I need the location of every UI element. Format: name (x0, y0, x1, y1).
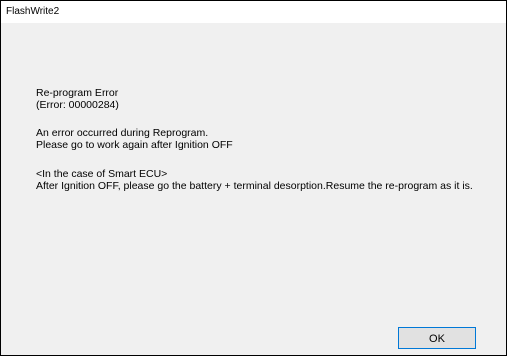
window-title: FlashWrite2 (6, 6, 60, 17)
smart-ecu-heading: <In the case of Smart ECU> (36, 168, 168, 180)
smart-ecu-instructions: After Ignition OFF, please go the batter… (36, 180, 473, 192)
error-description-line2: Please go to work again after Ignition O… (36, 139, 233, 151)
error-description-block: An error occurred during Reprogram. Plea… (36, 127, 233, 151)
error-description-line1: An error occurred during Reprogram. (36, 127, 209, 139)
ok-button[interactable]: OK (398, 327, 476, 349)
error-heading: Re-program Error (36, 87, 119, 99)
error-heading-block: Re-program Error (Error: 00000284) (36, 87, 119, 111)
error-code: (Error: 00000284) (36, 99, 119, 111)
smart-ecu-block: <In the case of Smart ECU> After Ignitio… (36, 168, 481, 192)
title-bar[interactable]: FlashWrite2 (1, 1, 506, 24)
error-dialog-window: FlashWrite2 Re-program Error (Error: 000… (0, 0, 507, 356)
dialog-content: Re-program Error (Error: 00000284) An er… (1, 24, 506, 355)
